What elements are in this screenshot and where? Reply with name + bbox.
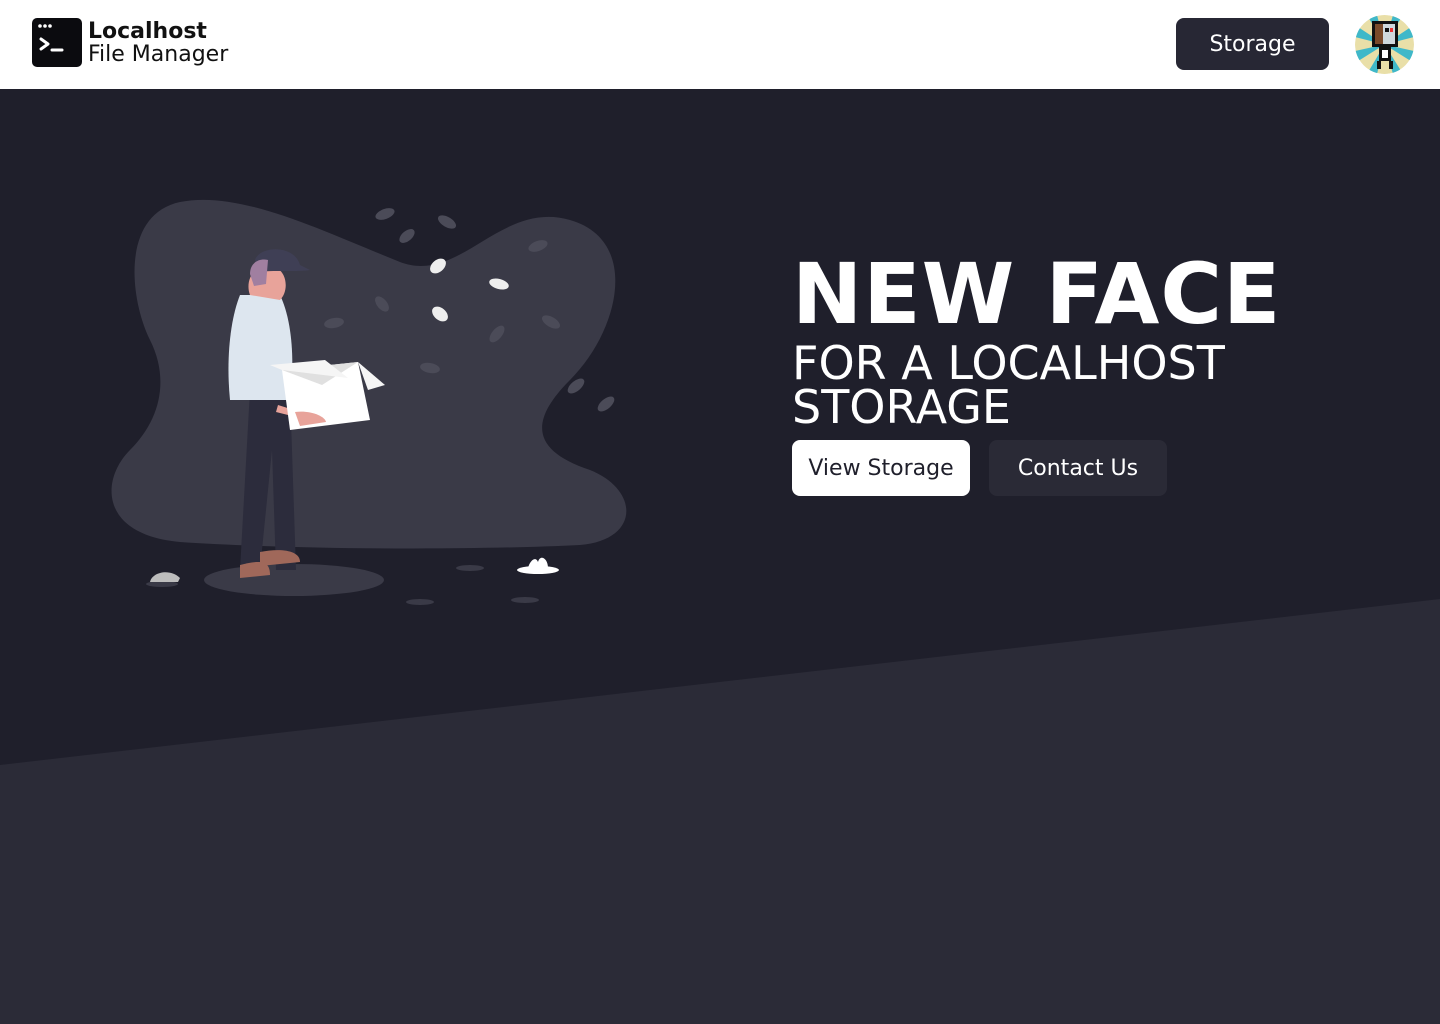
app-logo[interactable]: Localhost File Manager [32, 18, 228, 67]
terminal-icon [32, 18, 82, 67]
headline-title: NEW FACE [792, 245, 1282, 343]
pixel-avatar-icon [1355, 15, 1414, 74]
avatar[interactable] [1355, 15, 1414, 74]
logo-title: Localhost [88, 18, 207, 44]
person-holding-box-illustration [111, 199, 627, 605]
headline-subtitle-line2: STORAGE [792, 380, 1011, 434]
contact-us-button[interactable]: Contact Us [989, 440, 1167, 496]
logo-text: Localhost File Manager [88, 20, 228, 66]
view-storage-button[interactable]: View Storage [792, 440, 970, 496]
top-navbar: Localhost File Manager Storage [0, 0, 1440, 89]
cta-buttons: View Storage Contact Us [792, 440, 1167, 496]
logo-subtitle: File Manager [88, 41, 229, 67]
storage-button[interactable]: Storage [1176, 18, 1329, 70]
hero-headline: NEW FACE FOR A LOCALHOST STORAGE [792, 246, 1281, 430]
